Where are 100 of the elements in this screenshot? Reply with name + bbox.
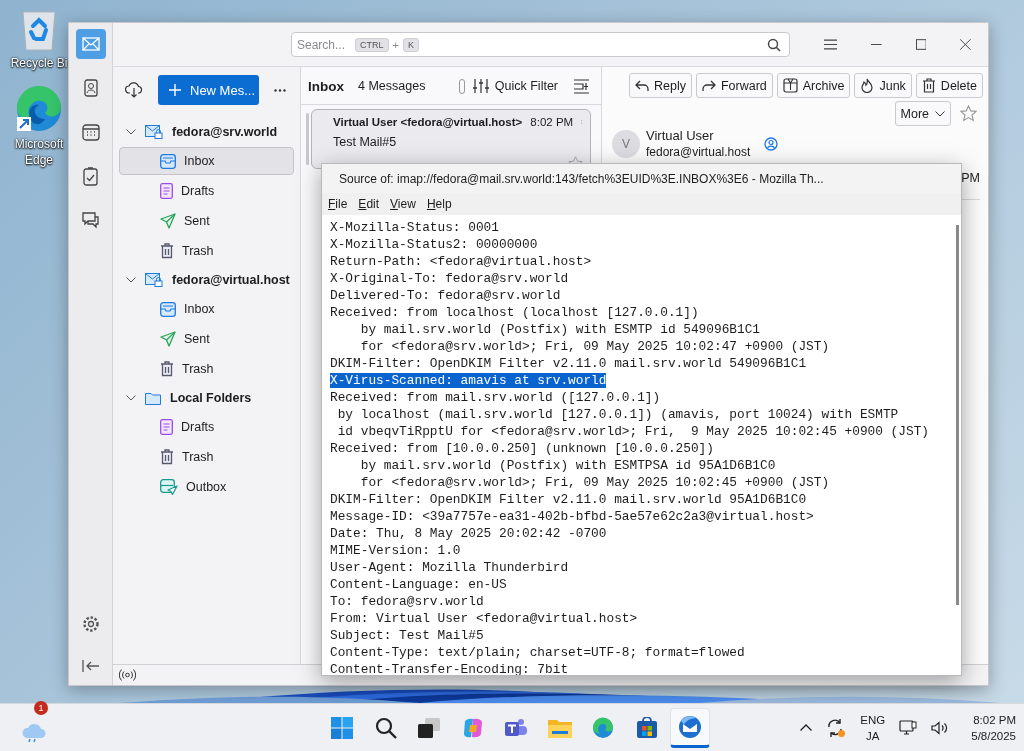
source-line: by mail.srv.world (Postfix) with ESMTP id 549096B1C1 (359, 322, 761, 337)
online-status-icon[interactable] (119, 669, 136, 681)
message-card[interactable]: Virtual User <fedora@virtual.host> 8:02 PM Test Mail#5 (311, 109, 591, 169)
menu-icon[interactable] (823, 39, 838, 50)
quick-filter-button[interactable]: Quick Filter (470, 79, 568, 93)
notification-badge: 1 (34, 700, 48, 715)
task-view-icon (418, 717, 440, 738)
sync-icon[interactable] (826, 717, 847, 738)
layout-icon[interactable] (574, 78, 589, 94)
collapse-icon[interactable] (81, 659, 100, 673)
paper-plane-icon (160, 213, 176, 229)
window-title: Source of: imap://fedora@mail.srv.world:143/fetch%3EUID%3E.INBOX%3E6 - Mozilla Th... (339, 171, 824, 186)
source-line: Delivered-To: fedora@srv.world (330, 288, 561, 303)
folder-item[interactable]: Outbox (119, 473, 294, 501)
menu-item[interactable]: File (328, 197, 348, 211)
more-icon[interactable] (274, 88, 286, 92)
source-line: Content-Transfer-Encoding: 7bit (330, 662, 569, 675)
message-count: 4 Messages (358, 79, 426, 93)
source-line: for <fedora@srv.world>; Fri, 09 May 2025 10:02:45 +0900 (JST) (359, 475, 830, 490)
message-subject: Test Mail#5 (333, 135, 397, 149)
cloud-download-icon[interactable] (125, 82, 143, 98)
key-separator: + (392, 38, 399, 51)
assistant-icon (461, 716, 484, 739)
folder-item[interactable]: Trash (119, 443, 294, 471)
trash-icon (160, 243, 174, 259)
maximize-icon[interactable] (915, 39, 927, 50)
trash-icon (921, 78, 936, 93)
avatar: V (612, 129, 640, 158)
outbox-icon (160, 479, 178, 495)
reply-button[interactable]: Reply (628, 73, 692, 98)
junk-button[interactable]: Junk (854, 73, 912, 98)
source-line: X-Mozilla-Status2: 00000000 (330, 237, 538, 252)
source-line: Content-Type: text/plain; charset=UTF-8; format=flowed (330, 645, 745, 660)
forward-button[interactable]: Forward (695, 73, 773, 98)
folder-item[interactable]: Drafts (119, 177, 294, 205)
close-icon[interactable] (960, 39, 971, 50)
menu-item[interactable]: View (390, 197, 416, 211)
folder-item[interactable]: Sent (119, 325, 294, 353)
language-indicator[interactable]: ENG JA (860, 711, 886, 744)
thunderbird-taskbar-button[interactable] (670, 707, 710, 748)
trash-icon (160, 449, 174, 465)
expand-icon[interactable] (126, 277, 136, 283)
contact-icon[interactable] (764, 136, 779, 151)
account-name[interactable]: Local Folders (170, 391, 252, 405)
sender-name[interactable]: Virtual User (646, 128, 751, 143)
message-date: PM (961, 171, 980, 185)
mail-account-icon (145, 273, 163, 287)
trash-icon (160, 361, 174, 377)
expand-icon[interactable] (126, 129, 136, 135)
store-bag-icon (635, 716, 658, 739)
key-cap: K (403, 37, 419, 52)
search-icon (374, 716, 397, 739)
paper-plane-icon (160, 331, 176, 347)
volume-icon[interactable] (931, 720, 950, 735)
account-name[interactable]: fedora@srv.world (172, 125, 278, 139)
space-button[interactable] (75, 29, 106, 59)
archive-button[interactable]: Archive (776, 73, 851, 98)
clock[interactable]: 8:02 PM 5/8/2025 (971, 711, 1016, 744)
forward-icon (701, 79, 716, 92)
delete-button[interactable]: Delete (915, 73, 983, 98)
source-line: MIME-Version: 1.0 (330, 543, 461, 558)
chat-icon (81, 211, 100, 229)
network-icon[interactable] (899, 719, 918, 736)
star-icon[interactable] (960, 105, 977, 122)
folder-item[interactable]: Trash (119, 355, 294, 383)
menu-item[interactable]: Help (426, 197, 452, 211)
recycle-bin-icon[interactable] (19, 8, 59, 52)
folder-item[interactable]: Sent (119, 207, 294, 235)
source-line: User-Agent: Mozilla Thunderbird (330, 560, 569, 575)
scrollbar[interactable] (956, 225, 959, 605)
tasks-icon (83, 166, 98, 186)
source-line: Date: Thu, 8 May 2025 20:02:42 -0700 (330, 526, 607, 541)
more-button[interactable]: More (894, 101, 951, 126)
folder-item[interactable]: Inbox (119, 147, 294, 175)
folder-item[interactable]: Drafts (119, 413, 294, 441)
new-message-button[interactable]: New Mes... (158, 75, 259, 105)
source-line: by localhost (mail.srv.world [127.0.0.1]) (amavis, port 10024) with ESMTP (336, 407, 899, 422)
settings-icon[interactable] (81, 615, 100, 633)
reply-icon (634, 79, 649, 92)
folder-title: Inbox (308, 78, 344, 94)
source-line: To: fedora@srv.world (330, 594, 484, 609)
source-line: Received: from localhost (localhost [127.0.0.1]) (330, 305, 699, 320)
plus-icon (169, 84, 181, 96)
chevron-up-icon[interactable] (800, 724, 813, 731)
filter-icon (472, 79, 489, 93)
account-name[interactable]: fedora@virtual.host (172, 273, 290, 287)
folder-item[interactable]: Trash (119, 237, 294, 265)
sender-email[interactable]: fedora@virtual.host (646, 145, 751, 159)
mail-icon (81, 37, 100, 51)
inbox-icon (160, 301, 176, 317)
menu-item[interactable]: Edit (358, 197, 380, 211)
mail-account-icon (145, 125, 163, 139)
expand-icon[interactable] (126, 395, 136, 401)
document-icon (160, 419, 173, 435)
search-field[interactable]: Search... CTRL + K (291, 32, 790, 57)
inbox-icon (160, 153, 176, 169)
folder-item[interactable]: Inbox (119, 295, 294, 323)
edge-icon[interactable] (15, 85, 63, 133)
document-icon (160, 183, 173, 199)
scrollbar[interactable] (306, 113, 309, 165)
